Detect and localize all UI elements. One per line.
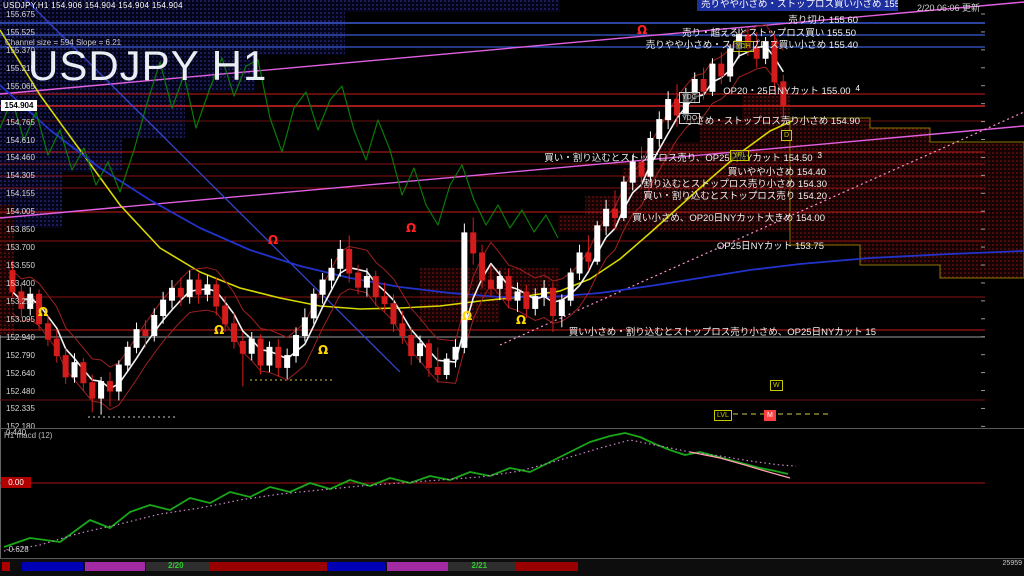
time-segment — [515, 562, 578, 571]
indicator-label: H1 macd (12) — [4, 431, 53, 440]
macd-axis-label: -0.628 — [6, 545, 29, 554]
macd-zero-tag: 0.00 — [1, 477, 31, 488]
price-axis-label: 154.765 — [6, 117, 35, 127]
svg-text:Ω: Ω — [214, 323, 224, 337]
price-annotation: 買い・割り込むとストップロス売り、OP25日NYカット 154.50 3 — [544, 151, 822, 164]
date-label: 2/21 — [471, 561, 488, 570]
price-annotation: 買い小さめ・割り込むとストップロス売り小さめ、OP25日NYカット 15 — [568, 327, 876, 338]
time-segment — [327, 562, 385, 571]
price-annotation: 買い・割り込むとストップロス売り 154.20 — [643, 191, 827, 202]
price-axis-label: 155.675 — [6, 10, 35, 19]
price-axis-label: 153.250 — [6, 296, 35, 306]
price-axis-label: 154.155 — [6, 189, 35, 199]
pivot-badge-ydc: YDC — [679, 92, 700, 103]
ohlc-readout: USDJPY,H1 154.906 154.904 154.904 154.90… — [3, 1, 183, 10]
time-axis[interactable]: 2/20 2/21 — [0, 559, 1024, 576]
pivot-badge-m: M — [764, 410, 776, 421]
svg-text:Ω: Ω — [318, 343, 328, 357]
symbol-watermark: USDJPY H1 — [28, 42, 268, 89]
pivot-badge-w: W — [770, 380, 783, 391]
price-axis-label: 154.305 — [6, 171, 35, 181]
pivot-badge-d: D — [781, 130, 793, 141]
date-label: 2/20 — [168, 561, 184, 570]
pane-separator-top[interactable] — [0, 428, 1024, 429]
channel-info-label: Channel size = 594 Slope = 6.21 — [5, 38, 122, 47]
svg-text:Ω: Ω — [637, 23, 647, 37]
top-annotation-text: 売りやや小さめ・ストップロス買い小さめ 155.70 — [701, 0, 898, 10]
price-annotation: OP25日NYカット 153.75 — [716, 241, 824, 252]
price-axis-label: 152.640 — [6, 368, 35, 378]
tick-counter: 25959 — [1002, 560, 1022, 567]
price-axis-label: 152.790 — [6, 350, 35, 360]
svg-text:Ω: Ω — [268, 233, 278, 247]
price-annotation: 売り切り 155.60 — [788, 15, 858, 26]
top-annotation-strip: 売りやや小さめ・ストップロス買い小さめ 155.70 — [697, 0, 898, 11]
price-annotation: 小さめ・ストップロス売り小さめ 154.90 — [685, 116, 860, 127]
price-axis-label: 153.550 — [6, 261, 35, 271]
price-axis-label: 152.940 — [6, 332, 35, 342]
price-axis-label: 152.480 — [6, 386, 35, 396]
svg-text:Ω: Ω — [516, 313, 526, 327]
mt4-chart-window: Ω Ω Ω Ω Ω Ω Ω Ω USDJPY H1 USDJPY,H1 154.906 154… — [0, 0, 1024, 576]
price-axis-label: 152.335 — [6, 404, 35, 414]
current-price-tag: 154.904 — [1, 100, 37, 111]
price-axis-label: 153.850 — [6, 225, 35, 235]
price-axis-label: 153.700 — [6, 243, 35, 253]
price-axis-label: 154.460 — [6, 153, 35, 163]
svg-text:Ω: Ω — [462, 309, 472, 323]
pivot-badge-lvl: LVL — [714, 410, 732, 421]
pivot-badge-ydh: YDH — [733, 41, 754, 52]
price-annotation: 買い小さめ、OP20日NYカット大きめ 154.00 — [632, 213, 825, 224]
svg-text:Ω: Ω — [406, 221, 416, 235]
time-segment — [387, 562, 448, 571]
price-annotation: OP20・25日NYカット 155.00 4 — [723, 84, 860, 97]
time-segment — [210, 562, 327, 571]
pivot-badge-ydo: YDO — [679, 113, 701, 124]
svg-text:Ω: Ω — [38, 305, 48, 319]
price-axis-label: 154.005 — [6, 207, 35, 217]
price-axis-label: 155.525 — [6, 27, 35, 37]
pivot-badge-ypl: YPL — [730, 150, 750, 161]
last-update-time: 2/20 06:06 更新 — [916, 3, 980, 13]
price-axis-label: 153.095 — [6, 314, 35, 324]
time-segment — [2, 562, 10, 571]
time-segment — [85, 562, 145, 571]
price-axis-label: 154.610 — [6, 135, 35, 145]
price-axis-label: 153.400 — [6, 278, 35, 288]
time-segment — [22, 562, 83, 571]
